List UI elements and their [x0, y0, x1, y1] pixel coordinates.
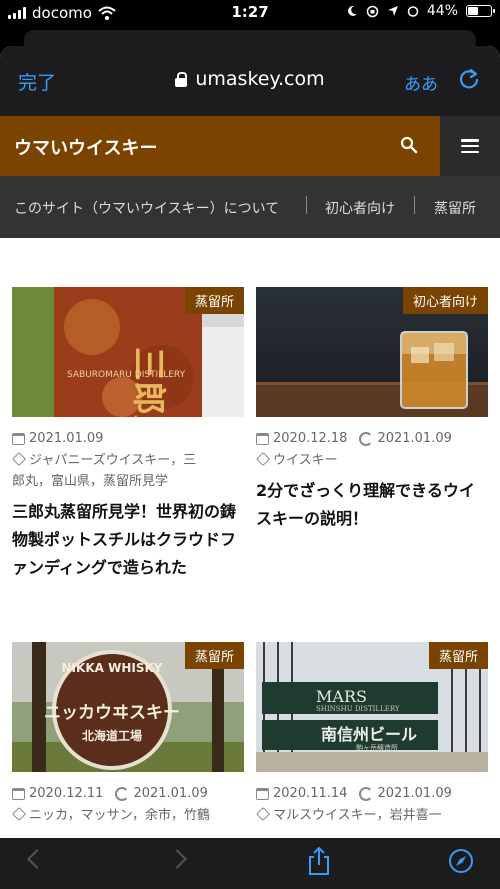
article-title[interactable]: 三郎丸蒸留所見学！世界初の鋳物製ポットスチルはクラウドファンディングで造られた [12, 498, 244, 582]
text-size-button[interactable]: ああ [404, 70, 438, 95]
calendar-icon [256, 787, 269, 800]
site-header: ウマいウイスキー [0, 116, 500, 176]
site-brand[interactable]: ウマいウイスキー [14, 134, 157, 160]
publish-date: 2020.12.11 [29, 786, 104, 801]
nav-item-beginners[interactable]: 初心者向け [325, 198, 395, 218]
publish-date: 2021.01.09 [29, 431, 104, 446]
article-tags: ニッカ，マッサン，余市，竹鶴 [11, 805, 244, 826]
sign-top-subtext: SHINSHU DISTILLERY [316, 705, 400, 713]
safari-nav-bar: 完了 umaskey.com ああ [0, 46, 500, 116]
updated-date: 2021.01.09 [377, 431, 452, 446]
article-tags: マルスウイスキー，岩井喜一 [255, 805, 488, 826]
calendar-icon [256, 432, 269, 445]
share-icon[interactable] [306, 846, 332, 876]
article-thumbnail[interactable]: MARS SHINSHU DISTILLERY 南信州ビール 駒ヶ岳醸造所 蒸留… [256, 642, 488, 772]
sign-main-text: ニッカウヰスキー [44, 703, 180, 723]
nav-divider [306, 196, 307, 214]
tags-line[interactable]: ニッカ，マッサン，余市，竹鶴 [29, 808, 210, 823]
publish-date: 2020.12.18 [273, 431, 348, 446]
location-icon [387, 6, 398, 16]
article-card[interactable]: MARS SHINSHU DISTILLERY 南信州ビール 駒ヶ岳醸造所 蒸留… [255, 642, 488, 826]
forward-chevron-icon[interactable] [167, 849, 187, 869]
nav-divider [414, 196, 415, 214]
article-thumbnail[interactable]: 初心者向け [256, 287, 488, 417]
tags-line[interactable]: ジャパニーズウイスキー，三 [29, 453, 196, 468]
updated-date: 2021.01.09 [377, 786, 452, 801]
search-icon[interactable] [400, 136, 418, 154]
article-card[interactable]: 初心者向け 2020.12.18 2021.01.09 ウイスキー 2分でざっく… [255, 287, 488, 533]
article-thumbnail[interactable]: NIKKA WHISKY ニッカウヰスキー 北海道工場 蒸留所 [12, 642, 244, 772]
brand-bar: ウマいウイスキー [0, 116, 440, 176]
category-badge[interactable]: 蒸留所 [184, 287, 244, 314]
tag-icon [255, 806, 271, 822]
safari-toolbar [0, 838, 500, 889]
battery-icon [466, 5, 495, 17]
tags-line[interactable]: ウイスキー [273, 453, 338, 468]
calendar-icon [12, 432, 25, 445]
article-list: 三郎丸 SABUROMARU DISTILLERY 蒸留所 2021.01.09… [0, 238, 500, 838]
tag-icon [11, 806, 27, 822]
sign-sub-text: 駒ヶ岳醸造所 [356, 743, 398, 752]
moon-icon [347, 5, 357, 16]
sign-main-text: 南信州ビール [321, 725, 417, 744]
compass-icon[interactable] [448, 848, 474, 874]
site-nav: このサイト（ウマいウイスキー）について 初心者向け 蒸留所 [0, 176, 500, 238]
url-text: umaskey.com [195, 68, 325, 90]
safari-view: 完了 umaskey.com ああ ウマいウイスキー このサイト（ウマいウイスキ… [0, 46, 500, 889]
sign-sub-text: 北海道工場 [82, 728, 142, 743]
back-chevron-icon[interactable] [27, 849, 47, 869]
alarm-icon [407, 6, 419, 17]
lock-icon [175, 71, 188, 87]
calendar-icon [12, 787, 25, 800]
update-icon [359, 431, 374, 446]
reload-icon[interactable] [458, 68, 480, 90]
nav-item-about[interactable]: このサイト（ウマいウイスキー）について [14, 198, 279, 218]
article-thumbnail[interactable]: 三郎丸 SABUROMARU DISTILLERY 蒸留所 [12, 287, 244, 417]
category-badge[interactable]: 初心者向け [402, 287, 488, 314]
article-meta: 2020.12.18 2021.01.09 [256, 431, 488, 446]
tag-icon [255, 451, 271, 467]
publish-date: 2020.11.14 [273, 786, 348, 801]
updated-date: 2021.01.09 [133, 786, 208, 801]
nav-item-distillery[interactable]: 蒸留所 [434, 198, 476, 218]
article-meta: 2021.01.09 [12, 431, 244, 446]
article-card[interactable]: 三郎丸 SABUROMARU DISTILLERY 蒸留所 2021.01.09… [11, 287, 244, 582]
orientation-lock-icon [366, 5, 379, 17]
category-badge[interactable]: 蒸留所 [184, 642, 244, 669]
article-title[interactable]: 2分でざっくり理解できるウイスキーの説明！ [256, 477, 488, 533]
status-bar: docomo 1:27 44% [0, 0, 500, 26]
battery-percent: 44% [426, 3, 458, 19]
update-icon [359, 786, 374, 801]
category-badge[interactable]: 蒸留所 [428, 642, 488, 669]
sign-top-text: NIKKA WHISKY [62, 661, 163, 675]
image-sign-text: 三郎丸 [128, 347, 168, 417]
tags-line[interactable]: マルスウイスキー，岩井喜一 [273, 808, 442, 823]
article-meta: 2020.11.14 2021.01.09 [256, 786, 488, 801]
article-tags: ジャパニーズウイスキー，三 郎丸，富山県，蒸留所見学 [11, 450, 244, 492]
tag-icon [11, 451, 27, 467]
article-tags: ウイスキー [255, 450, 488, 471]
article-card[interactable]: NIKKA WHISKY ニッカウヰスキー 北海道工場 蒸留所 2020.12.… [11, 642, 244, 826]
update-icon [115, 786, 130, 801]
hamburger-menu-icon[interactable] [461, 139, 479, 153]
tags-line[interactable]: 郎丸，富山県，蒸留所見学 [12, 474, 168, 489]
article-meta: 2020.12.11 2021.01.09 [12, 786, 244, 801]
sign-top-text: MARS [316, 687, 367, 706]
image-sign-subtext: SABUROMARU DISTILLERY [67, 370, 186, 380]
